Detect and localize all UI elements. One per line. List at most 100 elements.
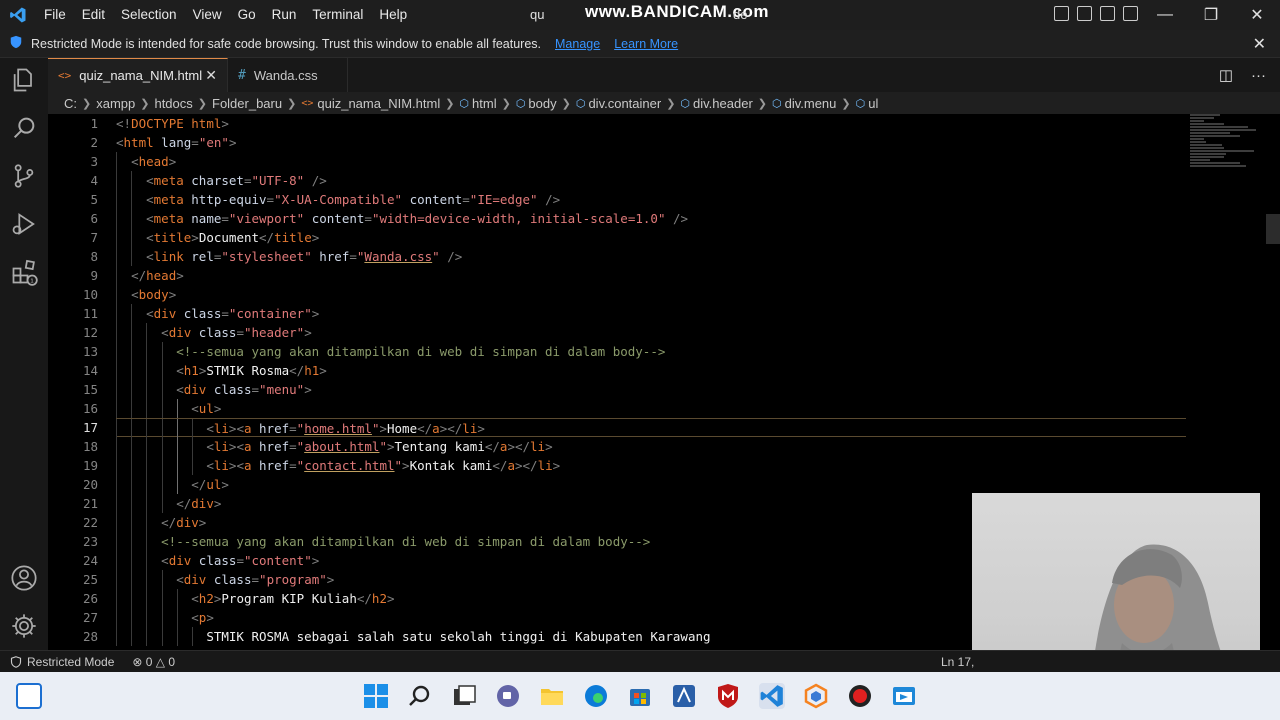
start-menu-icon[interactable] xyxy=(363,683,389,709)
breadcrumb-symbol[interactable]: ul xyxy=(868,96,878,111)
indent-guide xyxy=(116,475,117,494)
explorer-icon[interactable] xyxy=(10,66,38,94)
code-line[interactable]: <!DOCTYPE html> xyxy=(116,114,1186,133)
indent-guide xyxy=(131,456,133,475)
code-line[interactable]: <li><a href="home.html">Home</a></li> xyxy=(116,418,1186,438)
code-line[interactable]: <div class="container"> xyxy=(116,304,1186,323)
breadcrumb-symbol[interactable]: html xyxy=(472,96,497,111)
manage-link[interactable]: Manage xyxy=(555,37,600,51)
breadcrumb-folder[interactable]: htdocs xyxy=(154,96,192,111)
minimap[interactable] xyxy=(1190,114,1260,194)
mcafee-icon[interactable] xyxy=(715,683,741,709)
breadcrumb-folder[interactable]: xampp xyxy=(96,96,135,111)
chevron-right-icon: ❯ xyxy=(287,97,297,110)
task-view-icon[interactable] xyxy=(451,683,477,709)
code-line[interactable]: </head> xyxy=(116,266,1186,285)
code-line[interactable]: <div class="header"> xyxy=(116,323,1186,342)
vscode-taskbar-icon[interactable] xyxy=(759,683,785,709)
problems-status[interactable]: ⊗ 0 △ 0 xyxy=(124,655,183,669)
code-line[interactable]: <li><a href="contact.html">Kontak kami</… xyxy=(116,456,1186,475)
code-line[interactable]: <li><a href="about.html">Tentang kami</a… xyxy=(116,437,1186,456)
code-line[interactable]: <meta http-equiv="X-UA-Compatible" conte… xyxy=(116,190,1186,209)
indent-guide xyxy=(131,380,133,399)
minimize-button[interactable]: — xyxy=(1142,0,1188,30)
indent-guide xyxy=(116,152,117,171)
code-line[interactable]: <ul> xyxy=(116,399,1186,418)
restore-button[interactable]: ❐ xyxy=(1188,0,1234,30)
code-line[interactable]: <h1>STMIK Rosma</h1> xyxy=(116,361,1186,380)
learn-more-link[interactable]: Learn More xyxy=(614,37,678,51)
line-number: 17 xyxy=(82,420,98,435)
code-line[interactable]: <html lang="en"> xyxy=(116,133,1186,152)
menu-go[interactable]: Go xyxy=(230,0,264,30)
settings-gear-icon[interactable] xyxy=(10,612,38,640)
edge-browser-icon[interactable] xyxy=(583,683,609,709)
tab-wanda-css[interactable]: # Wanda.css xyxy=(228,58,348,92)
line-number: 21 xyxy=(82,496,98,511)
source-control-icon[interactable] xyxy=(10,162,38,190)
menu-edit[interactable]: Edit xyxy=(74,0,113,30)
search-icon[interactable] xyxy=(407,683,433,709)
menu-selection[interactable]: Selection xyxy=(113,0,185,30)
breadcrumb-symbol[interactable]: div.container xyxy=(588,96,661,111)
menu-help[interactable]: Help xyxy=(371,0,415,30)
menu-run[interactable]: Run xyxy=(264,0,305,30)
code-line[interactable]: </ul> xyxy=(116,475,1186,494)
tab-quiz-nama-nim-html[interactable]: <> quiz_nama_NIM.html ✕ xyxy=(48,58,228,92)
code-line[interactable]: <link rel="stylesheet" href="Wanda.css" … xyxy=(116,247,1186,266)
account-icon[interactable] xyxy=(10,564,38,592)
css-file-icon: # xyxy=(238,67,246,83)
toggle-primary-sidebar-icon[interactable] xyxy=(1054,6,1069,21)
tab-close-icon[interactable]: ✕ xyxy=(205,67,217,84)
toggle-panel-icon[interactable] xyxy=(1077,6,1092,21)
code-line[interactable]: <meta name="viewport" content="width=dev… xyxy=(116,209,1186,228)
restricted-mode-status[interactable]: Restricted Mode xyxy=(0,655,124,669)
indent-guide xyxy=(116,456,117,475)
code-line[interactable]: <head> xyxy=(116,152,1186,171)
chat-icon[interactable] xyxy=(495,683,521,709)
search-icon[interactable] xyxy=(10,114,38,142)
hexagon-app-icon[interactable] xyxy=(803,683,829,709)
menu-file[interactable]: File xyxy=(36,0,74,30)
customize-layout-icon[interactable] xyxy=(1123,6,1138,21)
indent-guide xyxy=(116,228,117,247)
indent-guide xyxy=(116,513,117,532)
line-number: 16 xyxy=(82,401,98,416)
app-window-icon[interactable] xyxy=(891,683,917,709)
indent-guide xyxy=(116,342,117,361)
microsoft-store-icon[interactable] xyxy=(627,683,653,709)
breadcrumb-folder[interactable]: Folder_baru xyxy=(212,96,282,111)
indent-guide xyxy=(146,456,148,475)
split-editor-icon[interactable]: ◫ xyxy=(1219,66,1233,84)
menu-terminal[interactable]: Terminal xyxy=(304,0,371,30)
breadcrumb-drive[interactable]: C: xyxy=(64,96,77,111)
indent-guide xyxy=(116,380,117,399)
close-window-button[interactable]: ✕ xyxy=(1234,0,1280,30)
breadcrumb-symbol[interactable]: body xyxy=(528,96,556,111)
file-explorer-icon[interactable] xyxy=(539,683,565,709)
more-actions-icon[interactable]: ··· xyxy=(1251,67,1266,84)
run-debug-icon[interactable] xyxy=(10,210,38,238)
code-line[interactable]: <!--semua yang akan ditampilkan di web d… xyxy=(116,342,1186,361)
indent-guide xyxy=(192,456,193,475)
breadcrumb-symbol[interactable]: div.menu xyxy=(785,96,837,111)
azure-app-icon[interactable] xyxy=(671,683,697,709)
menu-view[interactable]: View xyxy=(185,0,230,30)
code-line[interactable]: <title>Document</title> xyxy=(116,228,1186,247)
indent-guide xyxy=(116,247,117,266)
indent-guide xyxy=(146,399,148,418)
toggle-secondary-sidebar-icon[interactable] xyxy=(1100,6,1115,21)
cursor-position[interactable]: Ln 17, xyxy=(941,655,974,669)
symbol-icon: ⬡ xyxy=(459,97,470,110)
code-line[interactable]: <body> xyxy=(116,285,1186,304)
vertical-scrollbar[interactable] xyxy=(1266,214,1280,244)
symbol-icon: ⬡ xyxy=(515,97,526,110)
widgets-icon[interactable] xyxy=(16,683,42,709)
code-line[interactable]: <div class="menu"> xyxy=(116,380,1186,399)
code-line[interactable]: <meta charset="UTF-8" /> xyxy=(116,171,1186,190)
extensions-icon[interactable]: 1 xyxy=(10,258,38,286)
breadcrumb-symbol[interactable]: div.header xyxy=(693,96,753,111)
breadcrumb-file[interactable]: quiz_nama_NIM.html xyxy=(317,96,440,111)
banner-close-button[interactable]: ✕ xyxy=(1253,34,1266,54)
bandicam-record-icon[interactable] xyxy=(847,683,873,709)
